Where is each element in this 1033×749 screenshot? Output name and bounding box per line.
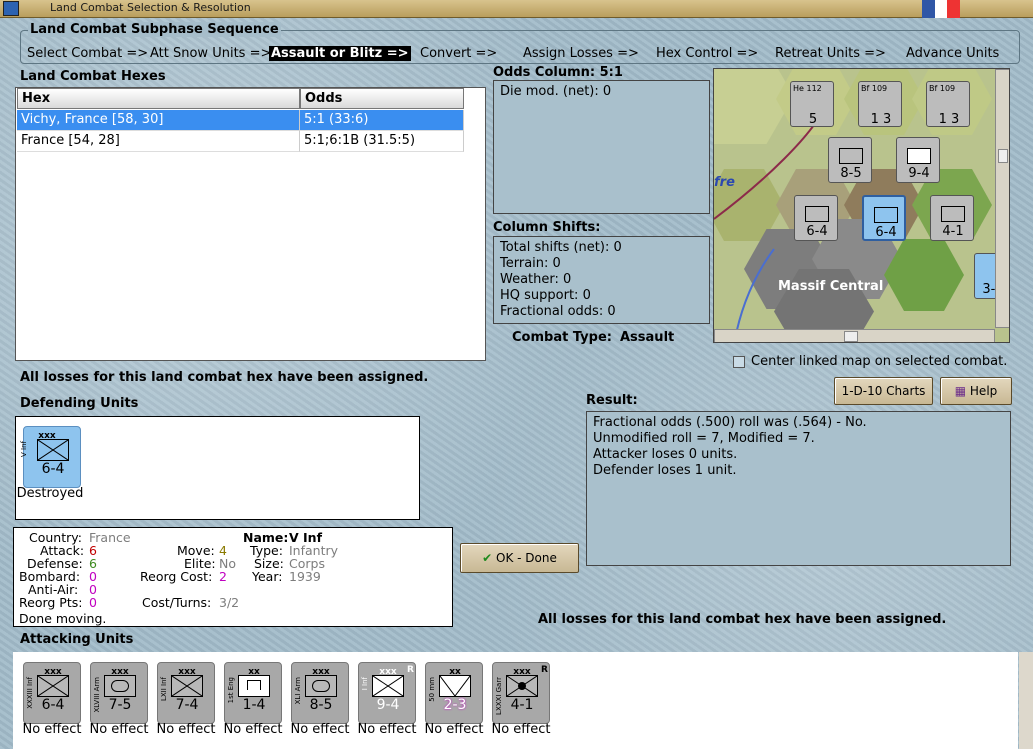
step-assign-losses[interactable]: Assign Losses => bbox=[523, 46, 639, 61]
col-hex[interactable]: Hex bbox=[17, 88, 300, 109]
attacker-status: No effect bbox=[223, 722, 283, 737]
cell-odds: 5:1 (33:6) bbox=[300, 110, 464, 131]
map-region-label: Massif Central bbox=[778, 279, 884, 294]
map-unit[interactable]: 6-4 bbox=[794, 195, 838, 241]
map-unit[interactable]: 9-4 bbox=[896, 137, 940, 183]
attacker-counter[interactable]: xx 50 mm 2-3 bbox=[425, 662, 483, 724]
hexes-table: Hex Odds Vichy, France [58, 30] 5:1 (33:… bbox=[15, 87, 486, 361]
step-assault-blitz[interactable]: Assault or Blitz => bbox=[269, 46, 411, 61]
cell-hex: Vichy, France [58, 30] bbox=[17, 110, 300, 131]
infantry-icon bbox=[372, 675, 404, 697]
attacker-counter[interactable]: xxx R I Inf 9-4 bbox=[358, 662, 416, 724]
odds-box: Die mod. (net): 0 bbox=[493, 80, 710, 214]
step-hex-control[interactable]: Hex Control => bbox=[656, 46, 758, 61]
attacker-status: No effect bbox=[22, 722, 82, 737]
sequence-title: Land Combat Subphase Sequence bbox=[28, 22, 281, 37]
armor-icon bbox=[104, 675, 136, 697]
step-convert[interactable]: Convert => bbox=[420, 46, 497, 61]
map-unit[interactable]: Bf 109 1 3 bbox=[926, 81, 970, 127]
attacker-status: No effect bbox=[357, 722, 417, 737]
map-hscroll-thumb[interactable] bbox=[844, 331, 858, 342]
shift-fractional: Fractional odds: 0 bbox=[500, 304, 616, 319]
engineer-icon bbox=[238, 675, 270, 697]
armor-icon bbox=[305, 675, 337, 697]
attacking-panel: xxx XXXIII Inf 6-4 No effect xxx XLVIII Arm… bbox=[13, 652, 1033, 749]
attacking-title: Attacking Units bbox=[20, 632, 134, 647]
step-att-snow[interactable]: Att Snow Units => bbox=[150, 46, 271, 61]
shifts-title: Column Shifts: bbox=[493, 220, 601, 235]
help-button[interactable]: ▦ Help bbox=[940, 377, 1012, 405]
infantry-icon bbox=[171, 675, 203, 697]
france-flag-icon bbox=[922, 0, 961, 18]
shift-hq: HQ support: 0 bbox=[500, 288, 591, 303]
shift-terrain: Terrain: 0 bbox=[500, 256, 561, 271]
infantry-icon bbox=[37, 439, 69, 461]
map-unit-selected[interactable]: 6-4 bbox=[862, 195, 906, 241]
result-line: Unmodified roll = 7, Modified = 7. bbox=[593, 431, 815, 446]
cell-odds: 5:1;6:1B (31.5:5) bbox=[300, 131, 464, 152]
checkmark-icon: ✔ bbox=[482, 551, 493, 565]
result-line: Attacker loses 0 units. bbox=[593, 447, 738, 462]
linked-map[interactable]: fre Massif Central He 112 5 Bf 109 1 3 Bf … bbox=[713, 68, 1010, 343]
ok-label: OK - Done bbox=[496, 551, 557, 565]
result-title: Result: bbox=[586, 393, 638, 408]
shift-weather: Weather: 0 bbox=[500, 272, 572, 287]
ok-done-button[interactable]: ✔ OK - Done bbox=[460, 543, 579, 573]
defending-title: Defending Units bbox=[20, 396, 139, 411]
attacker-counter[interactable]: xxx XLI Arm 8-5 bbox=[291, 662, 349, 724]
infantry-icon bbox=[37, 675, 69, 697]
shift-total: Total shifts (net): 0 bbox=[500, 240, 622, 255]
hexes-title: Land Combat Hexes bbox=[20, 69, 166, 84]
map-place-label: fre bbox=[714, 175, 735, 190]
map-vscroll-thumb[interactable] bbox=[998, 149, 1008, 163]
cell-hex: France [54, 28] bbox=[17, 131, 300, 152]
shifts-box: Total shifts (net): 0 Terrain: 0 Weather… bbox=[493, 236, 710, 324]
step-advance[interactable]: Advance Units bbox=[906, 46, 999, 61]
result-line: Defender loses 1 unit. bbox=[593, 463, 737, 478]
die-mod: Die mod. (net): 0 bbox=[500, 84, 612, 99]
window-title: Land Combat Selection & Resolution bbox=[50, 1, 251, 14]
charts-button[interactable]: 1-D-10 Charts bbox=[834, 377, 933, 405]
center-map-checkbox[interactable] bbox=[733, 356, 745, 368]
map-unit[interactable]: 4-1 bbox=[930, 195, 974, 241]
help-label: Help bbox=[969, 384, 998, 398]
attacker-status: No effect bbox=[290, 722, 350, 737]
col-odds[interactable]: Odds bbox=[300, 88, 464, 109]
map-unit[interactable]: He 112 5 bbox=[790, 81, 834, 127]
map-unit[interactable]: Bf 109 1 3 bbox=[858, 81, 902, 127]
step-select-combat[interactable]: Select Combat => bbox=[27, 46, 148, 61]
attacker-status: No effect bbox=[424, 722, 484, 737]
table-row[interactable]: Vichy, France [58, 30] 5:1 (33:6) bbox=[17, 110, 464, 131]
losses-assigned-status-2: All losses for this land combat hex have… bbox=[538, 612, 947, 627]
garrison-icon bbox=[506, 675, 538, 697]
result-box: Fractional odds (.500) roll was (.564) -… bbox=[586, 411, 1011, 566]
center-map-label: Center linked map on selected combat. bbox=[751, 354, 1008, 369]
step-retreat[interactable]: Retreat Units => bbox=[775, 46, 886, 61]
attacker-status: No effect bbox=[89, 722, 149, 737]
attacker-counter[interactable]: xxx LXII Inf 7-4 bbox=[157, 662, 215, 724]
attacker-counter[interactable]: xxx XXXIII Inf 6-4 bbox=[23, 662, 81, 724]
odds-title: Odds Column: 5:1 bbox=[493, 65, 623, 80]
title-bar: Land Combat Selection & Resolution bbox=[0, 0, 1033, 18]
combat-type-label: Combat Type: bbox=[512, 330, 612, 345]
help-book-icon: ▦ bbox=[954, 384, 967, 398]
defending-panel: xxx V Inf 6-4 Destroyed bbox=[15, 416, 420, 520]
attacker-counter[interactable]: xxx XLVIII Arm 7-5 bbox=[90, 662, 148, 724]
attacker-status: No effect bbox=[491, 722, 551, 737]
unit-info-panel: Country: France Attack: 6 Defense: 6 Bombar… bbox=[13, 527, 453, 627]
map-unit[interactable]: 8-5 bbox=[828, 137, 872, 183]
defender-status: Destroyed bbox=[16, 486, 84, 501]
attacker-status: No effect bbox=[156, 722, 216, 737]
defender-counter[interactable]: xxx V Inf 6-4 bbox=[20, 426, 81, 488]
map-vscroll[interactable] bbox=[995, 69, 1009, 328]
attacker-counter[interactable]: xxx R LXXXI Garr 4-1 bbox=[492, 662, 550, 724]
antitank-icon bbox=[439, 675, 471, 697]
app-icon bbox=[3, 1, 19, 16]
losses-assigned-status: All losses for this land combat hex have… bbox=[20, 370, 429, 385]
attacker-counter[interactable]: xx 1st Eng 1-4 bbox=[224, 662, 282, 724]
result-line: Fractional odds (.500) roll was (.564) -… bbox=[593, 415, 867, 430]
table-row[interactable]: France [54, 28] 5:1;6:1B (31.5:5) bbox=[17, 131, 464, 152]
combat-type-value: Assault bbox=[620, 330, 675, 345]
